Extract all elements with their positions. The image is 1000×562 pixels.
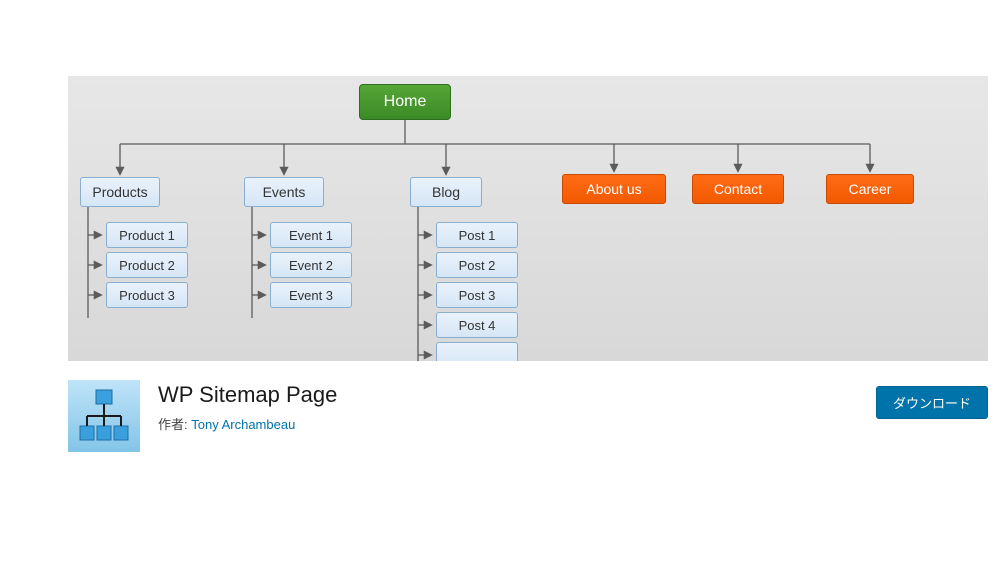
download-button[interactable]: ダウンロード [876,386,988,419]
node-contact: Contact [692,174,784,204]
plugin-icon [68,380,140,452]
node-about-us: About us [562,174,666,204]
leaf-post-3: Post 3 [436,282,518,308]
leaf-product-2: Product 2 [106,252,188,278]
leaf-product-3: Product 3 [106,282,188,308]
leaf-post-4: Post 4 [436,312,518,338]
leaf-event-2: Event 2 [270,252,352,278]
node-career: Career [826,174,914,204]
plugin-title: WP Sitemap Page [158,382,337,408]
node-products: Products [80,177,160,207]
leaf-event-3: Event 3 [270,282,352,308]
plugin-header-row: WP Sitemap Page 作者: Tony Archambeau ダウンロ… [68,372,988,452]
leaf-event-1: Event 1 [270,222,352,248]
leaf-product-1: Product 1 [106,222,188,248]
node-home: Home [359,84,451,120]
leaf-post-1: Post 1 [436,222,518,248]
plugin-author-line: 作者: Tony Archambeau [158,414,337,433]
leaf-post-5-partial [436,342,518,361]
leaf-post-2: Post 2 [436,252,518,278]
node-events: Events [244,177,324,207]
plugin-banner: Home Products Events Blog About us Conta… [68,76,988,361]
author-link[interactable]: Tony Archambeau [191,417,295,432]
author-label: 作者: [158,417,191,432]
node-blog: Blog [410,177,482,207]
